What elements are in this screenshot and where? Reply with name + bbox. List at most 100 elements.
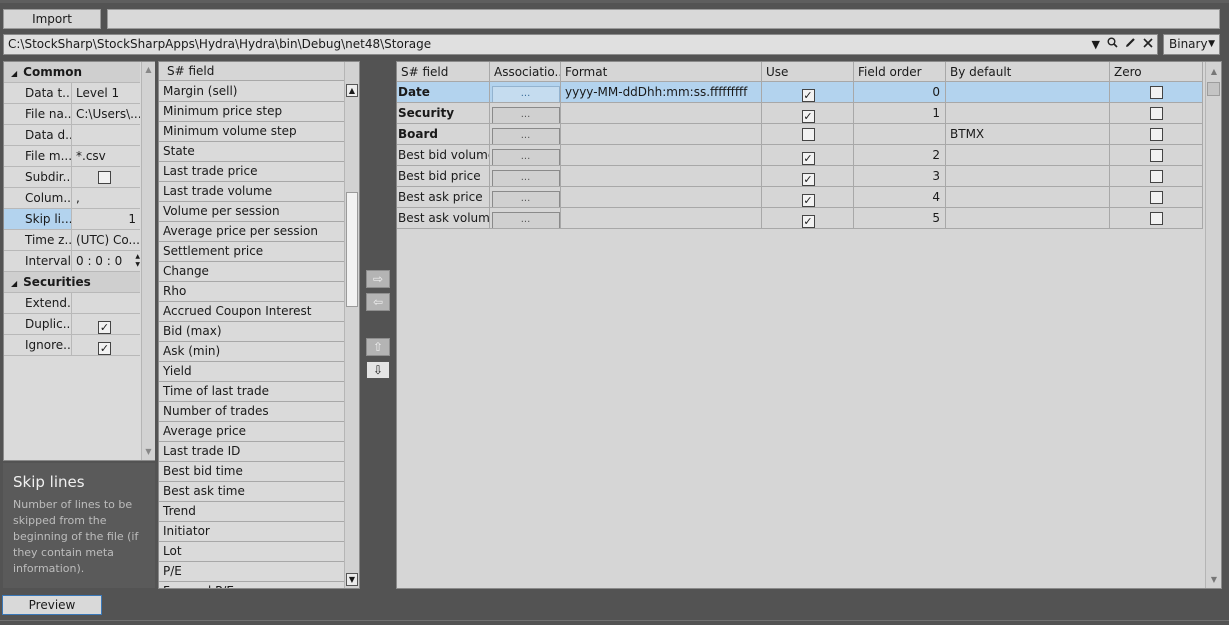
- table-row[interactable]: Best ask volume... ✓ 5: [397, 208, 1203, 229]
- use-checkbox[interactable]: ✓: [801, 89, 815, 102]
- property-row-time-zone[interactable]: Time z... (UTC) Co...: [4, 230, 140, 251]
- table-row[interactable]: Board... BTMX: [397, 124, 1203, 145]
- list-item[interactable]: Number of trades: [159, 402, 344, 422]
- cell-field-order[interactable]: 5: [854, 208, 946, 229]
- list-item[interactable]: Time of last trade: [159, 382, 344, 402]
- list-item[interactable]: Yield: [159, 362, 344, 382]
- property-value[interactable]: 1: [72, 209, 140, 229]
- cell-field[interactable]: Best ask volume: [397, 208, 490, 229]
- list-item[interactable]: Best bid time: [159, 462, 344, 482]
- subdirectories-checkbox[interactable]: [98, 171, 111, 184]
- cell-format[interactable]: yyyy-MM-ddDhh:mm:ss.fffffffff: [561, 82, 762, 103]
- property-row-ignore[interactable]: Ignore... ✓: [4, 335, 140, 356]
- list-item[interactable]: Average price: [159, 422, 344, 442]
- cell-by-default[interactable]: [946, 208, 1110, 229]
- table-row[interactable]: Best ask price... ✓ 4: [397, 187, 1203, 208]
- zero-checkbox[interactable]: [1150, 128, 1163, 141]
- column-header-zero[interactable]: Zero: [1110, 62, 1203, 82]
- property-row-interval[interactable]: Interval 0 : 0 : 0 ▲ ▼: [4, 251, 140, 272]
- property-value[interactable]: (UTC) Co...: [72, 230, 140, 250]
- cell-format[interactable]: [561, 187, 762, 208]
- cell-field[interactable]: Board: [397, 124, 490, 145]
- scroll-down-icon[interactable]: ▼: [346, 573, 358, 586]
- list-item[interactable]: Ask (min): [159, 342, 344, 362]
- cell-field-order[interactable]: 2: [854, 145, 946, 166]
- close-icon[interactable]: [1143, 35, 1153, 54]
- list-item[interactable]: Last trade ID: [159, 442, 344, 462]
- cell-field[interactable]: Security: [397, 103, 490, 124]
- property-row-skip-lines[interactable]: Skip li... 1: [4, 209, 140, 230]
- zero-checkbox[interactable]: [1150, 149, 1163, 162]
- property-row-data-type[interactable]: Data t... Level 1: [4, 83, 140, 104]
- association-button[interactable]: ...: [491, 86, 560, 102]
- property-row-duplicates[interactable]: Duplic... ✓: [4, 314, 140, 335]
- list-item[interactable]: Volume per session: [159, 202, 344, 222]
- scrollbar-thumb[interactable]: [346, 192, 358, 307]
- list-item[interactable]: Initiator: [159, 522, 344, 542]
- list-item[interactable]: Best ask time: [159, 482, 344, 502]
- scroll-up-icon[interactable]: ▲: [346, 84, 358, 97]
- scrollbar-thumb[interactable]: [1207, 82, 1220, 96]
- association-button[interactable]: ...: [491, 128, 560, 144]
- column-header-association[interactable]: Associatio...: [490, 62, 561, 82]
- use-checkbox[interactable]: ✓: [801, 194, 815, 207]
- field-list-scrollbar[interactable]: ▲ ▼: [344, 62, 359, 588]
- list-item[interactable]: Minimum price step: [159, 102, 344, 122]
- column-header-by-default[interactable]: By default: [946, 62, 1110, 82]
- grid-scrollbar[interactable]: ▲ ▼: [1205, 62, 1221, 588]
- zero-checkbox[interactable]: [1150, 170, 1163, 183]
- cell-field-order[interactable]: 4: [854, 187, 946, 208]
- list-item[interactable]: Average price per session: [159, 222, 344, 242]
- list-item[interactable]: Lot: [159, 542, 344, 562]
- cell-by-default[interactable]: [946, 103, 1110, 124]
- table-row[interactable]: Best bid price... ✓ 3: [397, 166, 1203, 187]
- cell-by-default[interactable]: [946, 166, 1110, 187]
- association-button[interactable]: ...: [491, 170, 560, 186]
- cell-field[interactable]: Date: [397, 82, 490, 103]
- property-row-file-mask[interactable]: File m... *.csv: [4, 146, 140, 167]
- cell-field-order[interactable]: 0: [854, 82, 946, 103]
- cell-field-order[interactable]: 1: [854, 103, 946, 124]
- zero-checkbox[interactable]: [1150, 191, 1163, 204]
- property-value[interactable]: ,: [72, 188, 140, 208]
- list-item[interactable]: Bid (max): [159, 322, 344, 342]
- property-value[interactable]: *.csv: [72, 146, 140, 166]
- list-item[interactable]: Margin (sell): [159, 82, 344, 102]
- move-down-button[interactable]: ⇩: [366, 361, 390, 379]
- scroll-up-icon[interactable]: ▲: [142, 63, 155, 77]
- column-header-field[interactable]: S# field: [397, 62, 490, 82]
- remove-field-button[interactable]: ⇦: [366, 293, 390, 311]
- list-item[interactable]: Last trade volume: [159, 182, 344, 202]
- property-row-subdirectories[interactable]: Subdir...: [4, 167, 140, 188]
- association-button[interactable]: ...: [491, 191, 560, 207]
- cell-format[interactable]: [561, 208, 762, 229]
- import-button[interactable]: Import: [3, 9, 101, 29]
- property-grid-scrollbar[interactable]: ▲ ▼: [141, 62, 155, 460]
- property-row-column-separator[interactable]: Colum... ,: [4, 188, 140, 209]
- list-item[interactable]: Last trade price: [159, 162, 344, 182]
- cell-by-default[interactable]: [946, 145, 1110, 166]
- list-item[interactable]: Trend: [159, 502, 344, 522]
- preview-button[interactable]: Preview: [2, 595, 102, 615]
- cell-field[interactable]: Best ask price: [397, 187, 490, 208]
- list-item[interactable]: Accrued Coupon Interest: [159, 302, 344, 322]
- association-button[interactable]: ...: [491, 107, 560, 123]
- cell-by-default[interactable]: BTMX: [946, 124, 1110, 145]
- cell-field[interactable]: Best bid volume: [397, 145, 490, 166]
- zero-checkbox[interactable]: [1150, 212, 1163, 225]
- table-row[interactable]: Date... yyyy-MM-ddDhh:mm:ss.fffffffff ✓ 0: [397, 82, 1203, 103]
- list-item[interactable]: Settlement price: [159, 242, 344, 262]
- use-checkbox[interactable]: [801, 128, 815, 141]
- scroll-up-icon[interactable]: ▲: [1208, 65, 1220, 78]
- duplicates-checkbox[interactable]: ✓: [98, 321, 111, 334]
- list-item[interactable]: Change: [159, 262, 344, 282]
- list-header[interactable]: S# field: [159, 62, 344, 81]
- pencil-icon[interactable]: [1125, 35, 1136, 54]
- list-item[interactable]: P/E: [159, 562, 344, 582]
- cell-by-default[interactable]: [946, 187, 1110, 208]
- property-value[interactable]: C:\Users\...: [72, 104, 140, 124]
- use-checkbox[interactable]: ✓: [801, 215, 815, 228]
- cell-by-default[interactable]: [946, 82, 1110, 103]
- cell-format[interactable]: [561, 145, 762, 166]
- scroll-down-icon[interactable]: ▼: [142, 445, 155, 459]
